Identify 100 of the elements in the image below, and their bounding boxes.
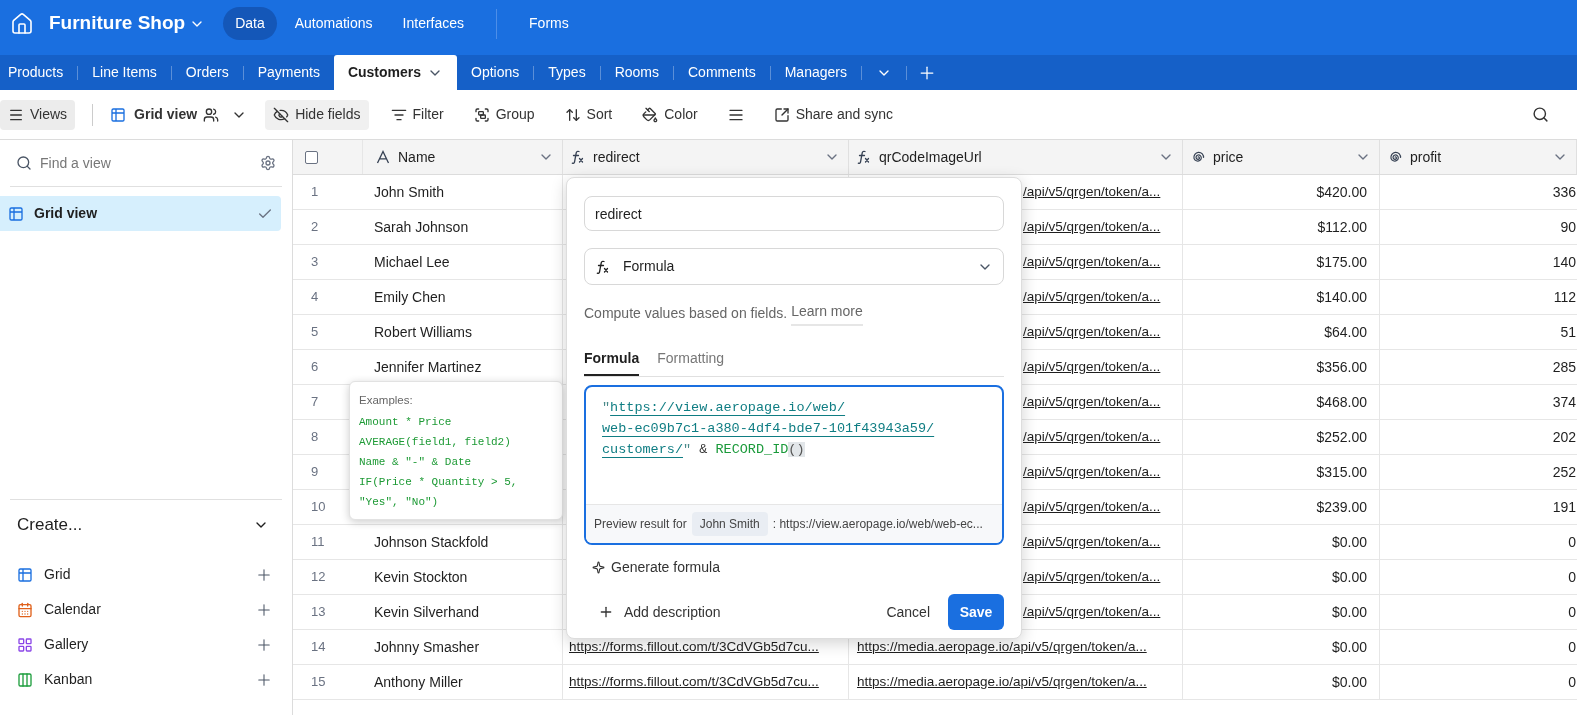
table-tab[interactable]: Options <box>457 55 534 90</box>
table-tab[interactable]: Types <box>534 55 600 90</box>
column-header[interactable]: price <box>1183 140 1380 174</box>
sparkle-icon <box>592 561 605 574</box>
link-cell[interactable]: /api/v5/qrgen/token/a... <box>1023 356 1161 378</box>
field-type-select[interactable]: Formula <box>584 248 1004 285</box>
toolbar-button[interactable]: Sort <box>556 99 621 130</box>
table-tab[interactable]: Comments <box>674 55 770 90</box>
table-cell-text: $140.00 <box>1316 287 1367 307</box>
table-cell-text: John Smith <box>374 182 445 202</box>
nav-tab[interactable]: Data <box>223 7 277 40</box>
editor-tab[interactable]: Formatting <box>657 348 725 376</box>
table-tab[interactable]: Customers <box>333 55 458 90</box>
link-cell[interactable]: /api/v5/qrgen/token/a... <box>1023 461 1161 483</box>
row-number: 13 <box>311 603 326 622</box>
learn-more-link[interactable]: Learn more <box>791 301 863 326</box>
row-number: 14 <box>311 638 326 657</box>
views-button[interactable]: Views <box>0 99 76 130</box>
create-view-item[interactable]: Calendar <box>10 592 282 627</box>
link-cell[interactable]: /api/v5/qrgen/token/a... <box>1023 286 1161 308</box>
grid-icon <box>8 205 24 222</box>
row-number: 5 <box>311 323 319 342</box>
add-description-button[interactable]: Add description <box>598 601 721 623</box>
link-cell[interactable]: /api/v5/qrgen/token/a... <box>1023 216 1161 238</box>
search-icon <box>16 155 32 171</box>
table-tab[interactable]: Rooms <box>600 55 673 90</box>
base-title[interactable]: Furniture Shop <box>49 9 186 38</box>
link-cell[interactable]: https://media.aeropage.io/api/v5/qrgen/token/a... <box>857 636 1147 658</box>
spiral-icon <box>1190 149 1206 165</box>
editor-tab[interactable]: Formula <box>584 348 640 376</box>
table-cell-text: 252 <box>1552 462 1576 482</box>
nav-tab[interactable]: Forms <box>517 7 581 40</box>
column-header[interactable]: Name <box>363 140 563 174</box>
link-cell[interactable]: /api/v5/qrgen/token/a... <box>1023 601 1161 623</box>
column-header[interactable]: qrCodeImageUrl <box>849 140 1183 174</box>
search-icon[interactable] <box>1532 106 1549 123</box>
grid-icon <box>17 566 33 583</box>
table-cell-text: $315.00 <box>1316 462 1367 482</box>
row-number: 15 <box>311 673 326 692</box>
link-cell[interactable]: /api/v5/qrgen/token/a... <box>1023 426 1161 448</box>
table-tab[interactable]: Orders <box>171 55 243 90</box>
link-cell[interactable]: https://forms.fillout.com/t/3CdVGb5d7cu... <box>569 636 819 658</box>
link-cell[interactable]: /api/v5/qrgen/token/a... <box>1023 251 1161 273</box>
table-cell-text: $112.00 <box>1317 217 1367 237</box>
table-cell-text: $356.00 <box>1316 357 1367 377</box>
cancel-button[interactable]: Cancel <box>886 601 930 623</box>
row-number: 10 <box>311 498 326 517</box>
generate-formula-button[interactable]: Generate formula <box>592 557 720 578</box>
find-view-field[interactable]: Find a view <box>40 152 260 174</box>
column-header[interactable]: redirect <box>563 140 849 174</box>
table-cell-text: Jennifer Martinez <box>374 357 482 377</box>
view-switcher[interactable]: Grid view <box>110 99 198 130</box>
link-cell[interactable]: https://forms.fillout.com/t/3CdVGb5d7cu... <box>569 671 819 693</box>
table-cell-text: 51 <box>1560 322 1576 342</box>
table-tab[interactable]: Line Items <box>78 55 171 90</box>
toolbar-button[interactable]: Share and sync <box>765 99 901 130</box>
select-all-checkbox[interactable] <box>305 150 318 164</box>
settings-icon[interactable] <box>260 155 276 171</box>
table-cell-text: 0 <box>1568 567 1576 587</box>
table-cell-text: 0 <box>1568 637 1576 657</box>
view-item[interactable]: Grid view <box>0 196 281 231</box>
toolbar-button[interactable]: Color <box>634 99 706 130</box>
create-view-item[interactable]: Gallery <box>10 627 282 662</box>
eye-off-icon <box>273 106 290 123</box>
nav-tab[interactable]: Automations <box>282 7 385 40</box>
preview-value: : https://view.aeropage.io/web/web-ec... <box>772 516 983 533</box>
nav-tab[interactable]: Interfaces <box>390 7 477 40</box>
link-cell[interactable]: /api/v5/qrgen/token/a... <box>1023 321 1161 343</box>
table-cell-text: $252.00 <box>1316 427 1367 447</box>
link-cell[interactable]: /api/v5/qrgen/token/a... <box>1023 391 1161 413</box>
table-tab[interactable]: Managers <box>770 55 861 90</box>
toolbar-button[interactable]: Filter <box>382 99 452 130</box>
link-cell[interactable]: /api/v5/qrgen/token/a... <box>1023 496 1161 518</box>
sort-icon <box>564 106 581 123</box>
table-cell-text: 140 <box>1552 252 1576 272</box>
column-header[interactable]: profit <box>1380 140 1577 174</box>
table-cell-text: $420.00 <box>1316 182 1367 202</box>
link-cell[interactable]: https://media.aeropage.io/api/v5/qrgen/token/a... <box>857 671 1147 693</box>
toolbar-button[interactable]: Hide fields <box>265 99 369 130</box>
tooltip-title: Examples: <box>359 393 414 408</box>
save-button[interactable]: Save <box>948 594 1004 630</box>
table-cell-text: 90 <box>1560 217 1576 237</box>
link-cell[interactable]: /api/v5/qrgen/token/a... <box>1023 566 1161 588</box>
calendar-icon <box>17 601 33 618</box>
link-cell[interactable]: /api/v5/qrgen/token/a... <box>1023 531 1161 553</box>
plus-icon <box>598 604 614 620</box>
table-cell-text: 0 <box>1568 672 1576 692</box>
table-tab[interactable]: Products <box>0 55 78 90</box>
row-number: 3 <box>311 253 319 272</box>
table-cell-text: Anthony Miller <box>374 672 463 692</box>
row-number: 2 <box>311 218 319 237</box>
link-cell[interactable]: /api/v5/qrgen/token/a... <box>1023 181 1161 203</box>
create-view-item[interactable]: Kanban <box>10 662 282 697</box>
formula-editor[interactable]: "https://view.aeropage.io/web/ web-ec09b7c1-a380-4df4-bde7-101f43943a59/ customers/" & RECORD_ID() Preview result for John Smith : https://view.aeropage.io/web/web-ec... <box>584 385 1004 545</box>
home-icon[interactable] <box>10 11 34 36</box>
toolbar-button[interactable]: Group <box>465 99 543 130</box>
table-cell-text: Kevin Stockton <box>374 567 468 587</box>
create-view-item[interactable]: Grid <box>10 557 282 592</box>
field-name-input[interactable]: redirect <box>584 196 1004 231</box>
table-tab[interactable]: Payments <box>243 55 334 90</box>
